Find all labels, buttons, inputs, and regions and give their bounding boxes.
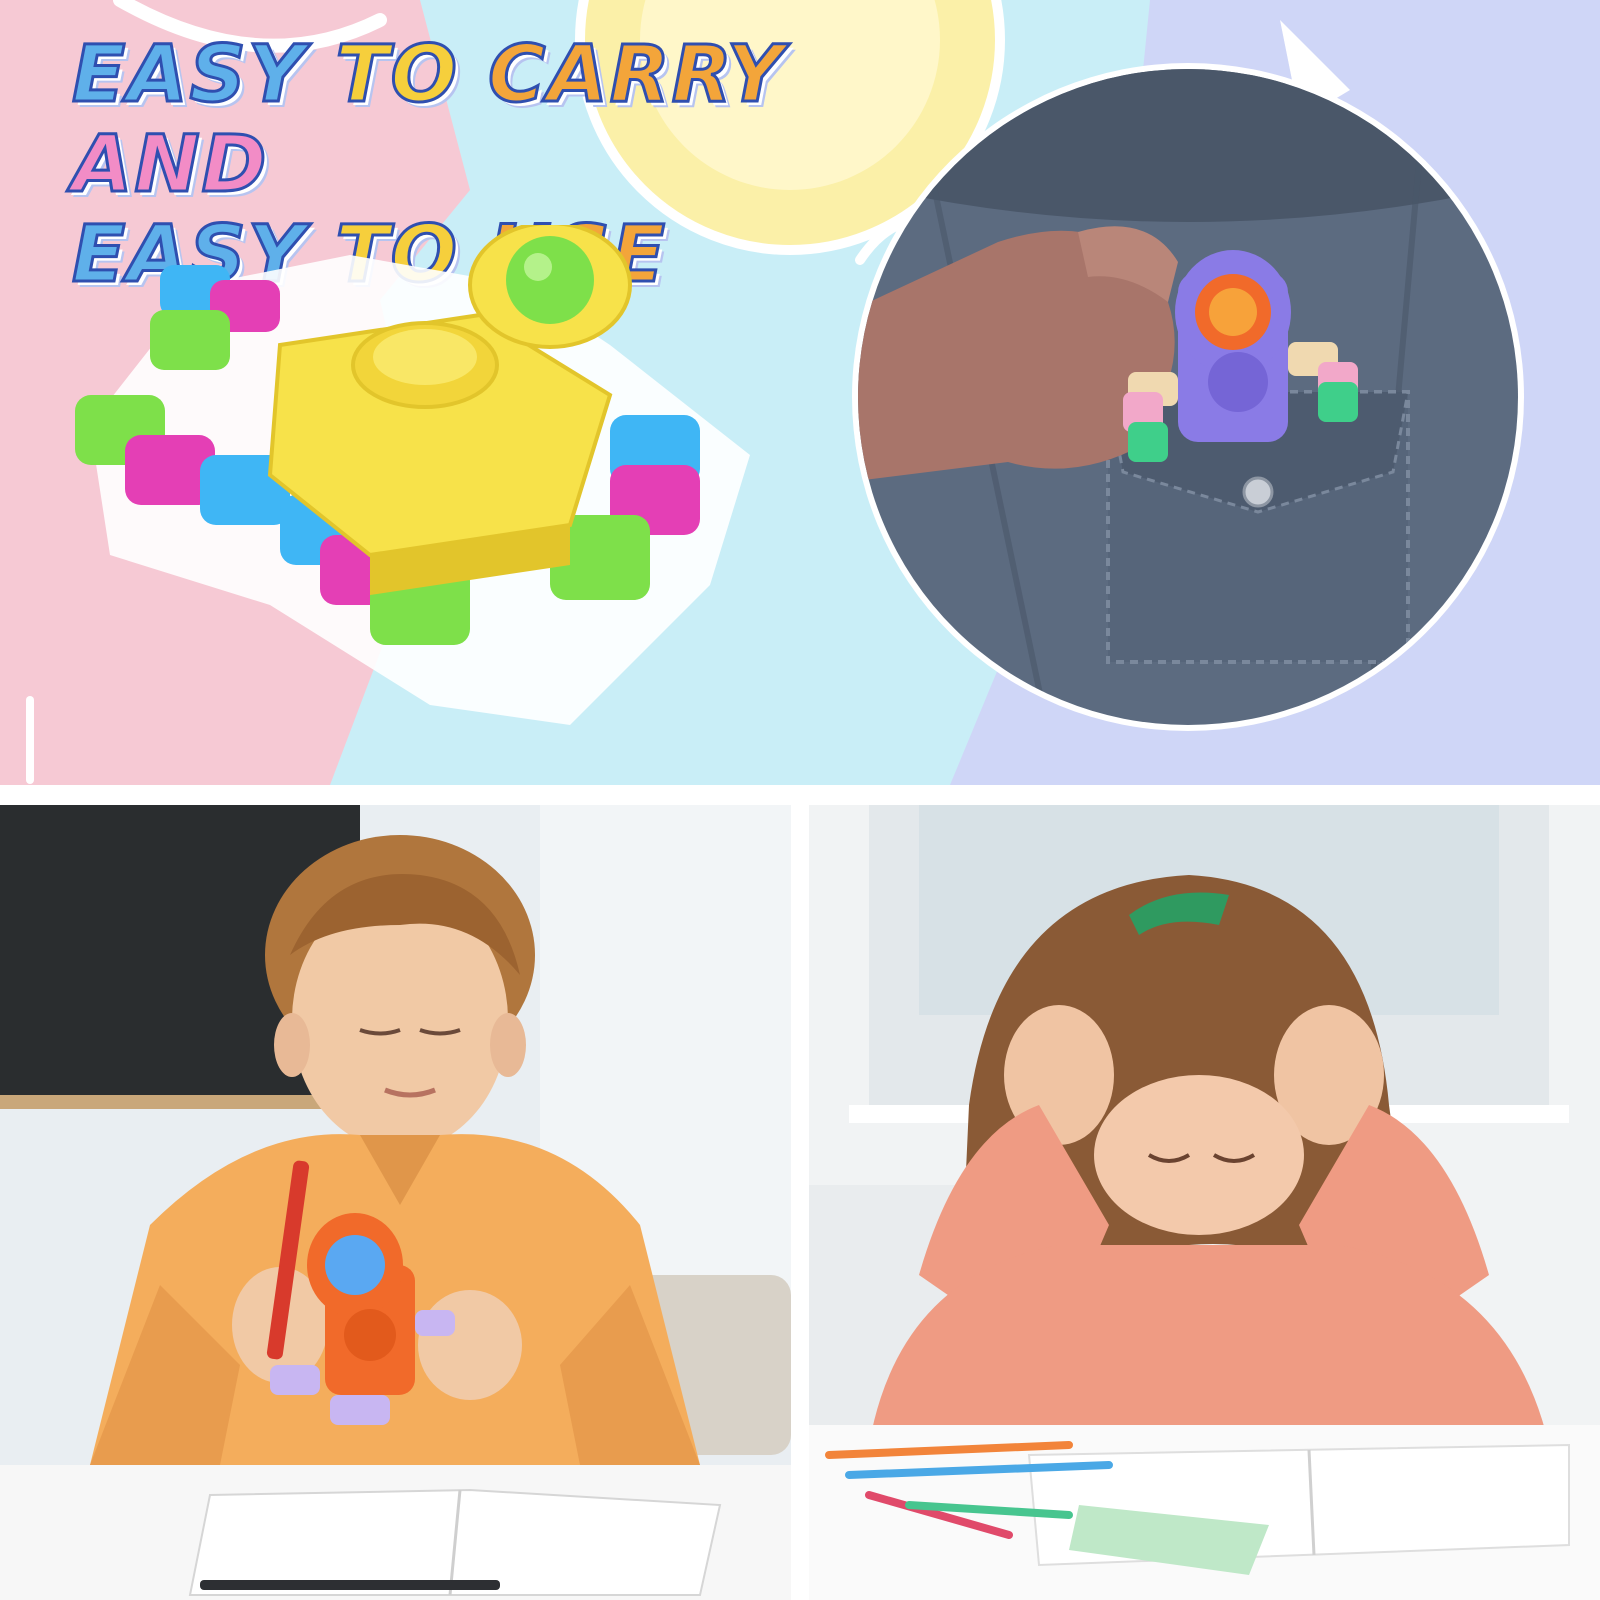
- hero-banner: EASY TO CARRY AND EASY TO USE: [0, 0, 1600, 785]
- girl-stressed-photo: [809, 805, 1600, 1600]
- headline-word: TO: [334, 29, 459, 122]
- headline-word: AND: [70, 119, 269, 212]
- girl-photo-illustration: [809, 805, 1600, 1600]
- boy-photo-illustration: [0, 805, 791, 1600]
- headline-word: EASY: [70, 29, 307, 122]
- yellow-robot-toy-image: [75, 225, 750, 725]
- headline-word: CARRY: [487, 29, 786, 122]
- denim-pocket-photo: [852, 63, 1524, 731]
- headline-line-1: EASY TO CARRY AND: [70, 29, 972, 212]
- boy-playing-photo: [0, 805, 791, 1600]
